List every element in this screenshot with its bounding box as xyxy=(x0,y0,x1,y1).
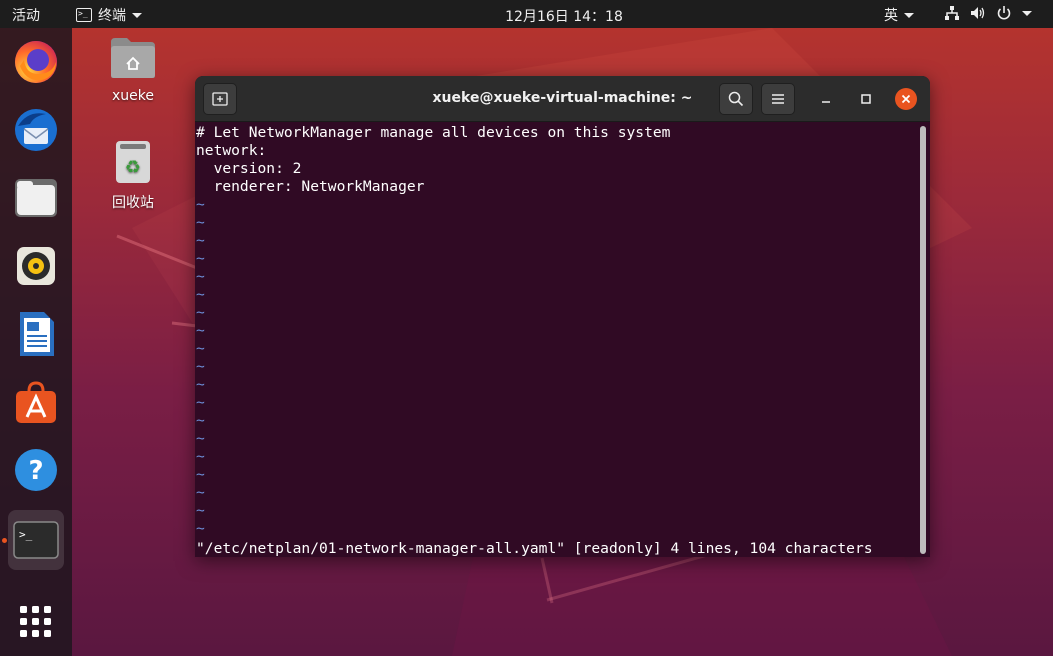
desktop-icon-home[interactable]: xueke xyxy=(93,36,173,104)
home-folder-icon xyxy=(111,38,155,78)
terminal-icon: >_ xyxy=(13,521,59,559)
rhythmbox-icon xyxy=(17,247,55,285)
minimize-icon xyxy=(822,101,830,103)
close-button[interactable] xyxy=(895,88,917,110)
dock-item-show-apps[interactable] xyxy=(8,594,64,650)
search-icon xyxy=(728,91,744,107)
svg-text:♻: ♻ xyxy=(125,157,141,178)
vim-status-line: "/etc/netplan/01-network-manager-all.yam… xyxy=(196,540,873,557)
files-icon xyxy=(15,179,57,217)
menu-button[interactable] xyxy=(761,83,795,115)
dock-item-writer[interactable] xyxy=(8,306,64,362)
tilde-marker: ~ xyxy=(196,484,205,501)
dock-item-terminal[interactable]: >_ xyxy=(8,510,64,570)
chevron-down-icon xyxy=(1022,10,1032,16)
active-indicator xyxy=(2,538,7,543)
tilde-marker: ~ xyxy=(196,196,205,213)
dock: ? >_ xyxy=(0,28,72,656)
tilde-marker: ~ xyxy=(196,268,205,285)
maximize-button[interactable] xyxy=(855,88,877,110)
help-icon: ? xyxy=(15,449,57,491)
tilde-marker: ~ xyxy=(196,250,205,267)
tilde-marker: ~ xyxy=(196,232,205,249)
dock-item-software[interactable] xyxy=(8,374,64,430)
file-line: # Let NetworkManager manage all devices … xyxy=(196,124,671,141)
desktop-icon-label: xueke xyxy=(112,88,154,104)
terminal-window[interactable]: xueke@xueke-virtual-machine: ~ # Let Net… xyxy=(195,76,930,557)
tilde-marker: ~ xyxy=(196,448,205,465)
dock-item-files[interactable] xyxy=(8,170,64,226)
tilde-marker: ~ xyxy=(196,502,205,519)
system-menu[interactable] xyxy=(944,5,1032,21)
tilde-marker: ~ xyxy=(196,214,205,231)
trash-icon: ♻ xyxy=(116,141,150,183)
desktop-icon-trash[interactable]: ♻ 回收站 xyxy=(93,140,173,212)
tilde-marker: ~ xyxy=(196,394,205,411)
desktop-icon-label: 回收站 xyxy=(112,195,154,211)
terminal-headerbar[interactable]: xueke@xueke-virtual-machine: ~ xyxy=(195,76,930,122)
chevron-down-icon xyxy=(904,12,914,18)
dock-item-rhythmbox[interactable] xyxy=(8,238,64,294)
tilde-marker: ~ xyxy=(196,376,205,393)
svg-text:?: ? xyxy=(28,456,43,486)
tilde-marker: ~ xyxy=(196,286,205,303)
search-button[interactable] xyxy=(719,83,753,115)
dock-item-firefox[interactable] xyxy=(8,34,64,90)
terminal-content[interactable]: # Let NetworkManager manage all devices … xyxy=(195,122,921,557)
file-line: network: xyxy=(196,142,267,159)
tilde-marker: ~ xyxy=(196,340,205,357)
show-applications-icon xyxy=(20,606,51,637)
ubuntu-software-icon xyxy=(16,381,56,423)
firefox-icon xyxy=(15,41,57,83)
dock-item-help[interactable]: ? xyxy=(8,442,64,498)
power-icon xyxy=(997,6,1011,20)
file-line: version: 2 xyxy=(196,160,302,177)
tilde-marker: ~ xyxy=(196,412,205,429)
tilde-marker: ~ xyxy=(196,322,205,339)
thunderbird-icon xyxy=(15,109,57,151)
svg-text:>_: >_ xyxy=(19,528,33,541)
input-method-label: 英 xyxy=(884,8,898,24)
tilde-marker: ~ xyxy=(196,304,205,321)
dock-item-thunderbird[interactable] xyxy=(8,102,64,158)
network-icon xyxy=(945,6,959,20)
tilde-marker: ~ xyxy=(196,520,205,537)
tilde-marker: ~ xyxy=(196,466,205,483)
close-icon xyxy=(901,94,911,104)
maximize-icon xyxy=(861,94,871,104)
volume-icon xyxy=(971,7,985,19)
tilde-marker: ~ xyxy=(196,358,205,375)
file-line: renderer: NetworkManager xyxy=(196,178,425,195)
top-bar: 活动 >_ 终端 12月16日 14：18 英 xyxy=(0,0,1053,28)
tilde-marker: ~ xyxy=(196,430,205,447)
libreoffice-writer-icon xyxy=(20,312,54,356)
input-method-menu[interactable]: 英 xyxy=(884,5,914,25)
hamburger-menu-icon xyxy=(772,94,784,104)
minimize-button[interactable] xyxy=(815,88,837,110)
empty-line-markers: ~ ~ ~ ~ ~ ~ ~ ~ ~ ~ ~ ~ ~ ~ ~ ~ ~ ~ ~ xyxy=(196,196,921,538)
terminal-scrollbar[interactable] xyxy=(920,126,926,554)
